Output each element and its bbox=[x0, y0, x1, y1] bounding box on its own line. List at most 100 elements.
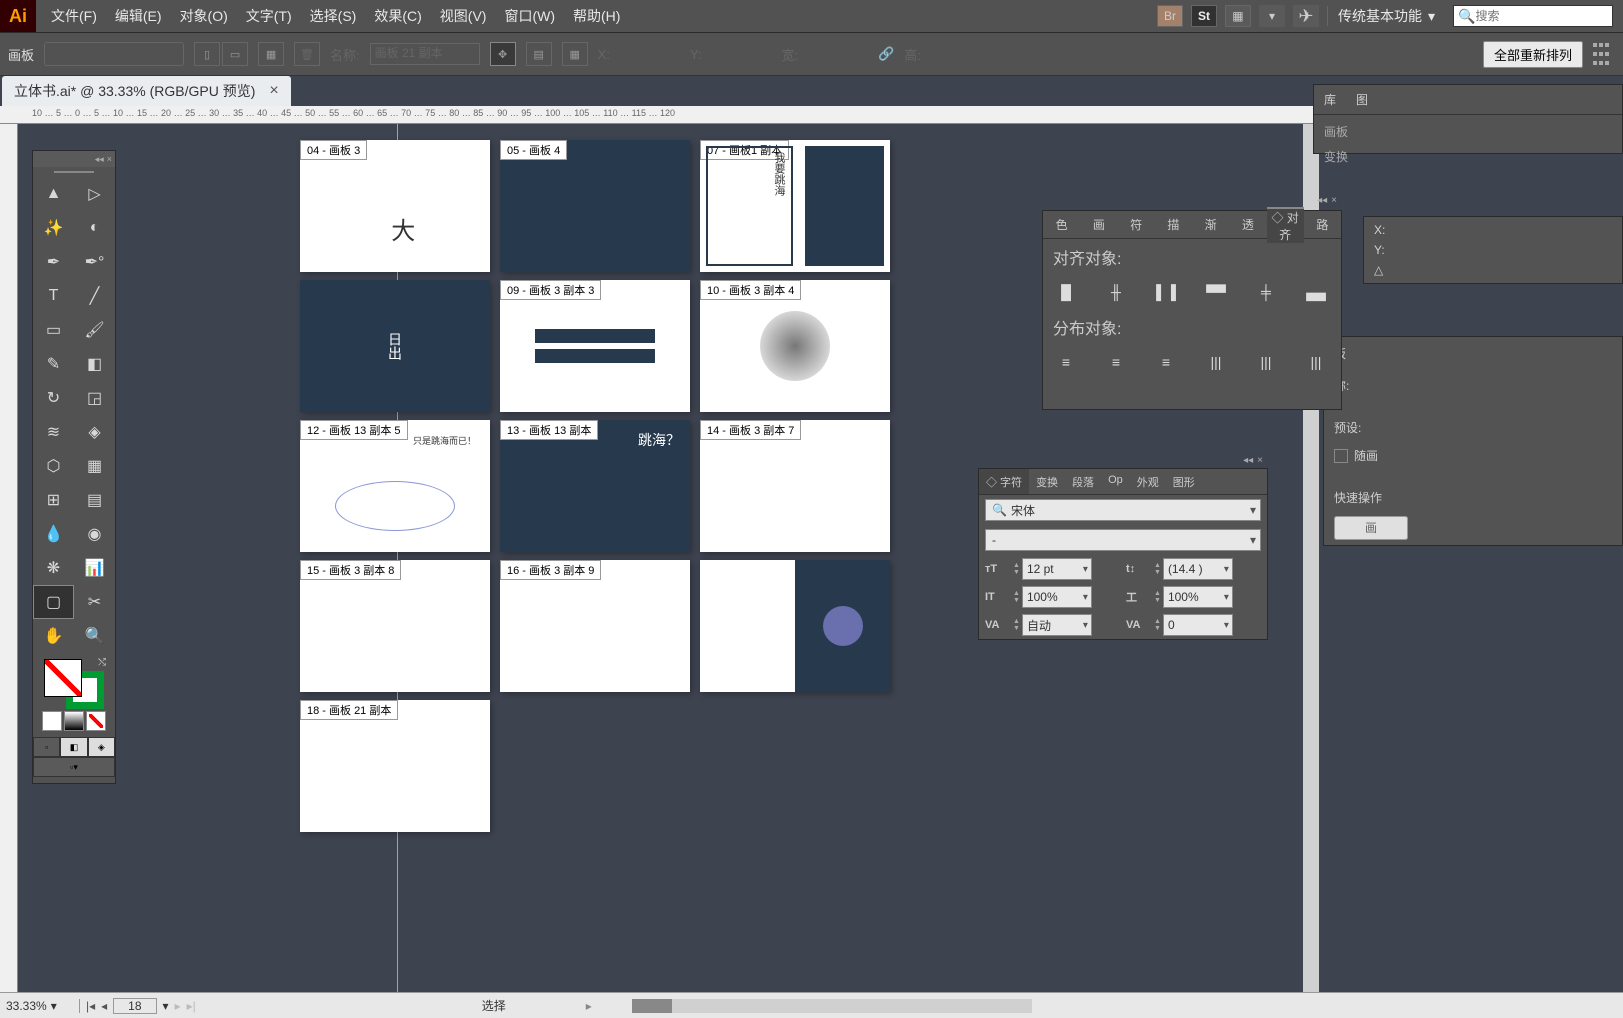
rearrange-all-button[interactable]: 全部重新排列 bbox=[1483, 41, 1583, 68]
hand-tool[interactable]: ✋ bbox=[33, 619, 74, 653]
align-top-icon[interactable]: ▀▀ bbox=[1203, 279, 1229, 305]
symbol-sprayer-tool[interactable]: ❋ bbox=[33, 551, 74, 585]
menu-select[interactable]: 选择(S) bbox=[301, 6, 366, 26]
close-icon[interactable]: × bbox=[269, 82, 278, 100]
magic-wand-tool[interactable]: ✨ bbox=[33, 211, 74, 245]
tab-stroke[interactable]: 描 bbox=[1155, 216, 1192, 233]
draw-normal-icon[interactable]: ▫ bbox=[33, 737, 60, 757]
status-popup-icon[interactable]: ▸ bbox=[586, 999, 592, 1013]
mesh-tool[interactable]: ⊞ bbox=[33, 483, 74, 517]
tab-transform[interactable]: 变换 bbox=[1029, 469, 1065, 494]
last-artboard-icon[interactable]: ▸| bbox=[187, 999, 196, 1013]
spinner[interactable]: ▲▼ bbox=[1154, 562, 1161, 576]
tools-header[interactable]: ◂◂× bbox=[33, 151, 115, 167]
dist-top-icon[interactable]: ≡ bbox=[1053, 349, 1079, 375]
delete-artboard-icon[interactable]: 🗑 bbox=[294, 42, 320, 66]
spinner[interactable]: ▲▼ bbox=[1013, 562, 1020, 576]
scrollbar-horizontal[interactable] bbox=[632, 999, 1032, 1013]
artboard-16[interactable]: 16 - 画板 3 副本 9 bbox=[500, 560, 690, 692]
collapse-icon[interactable]: ◂◂ bbox=[1317, 195, 1327, 206]
dist-vcenter-icon[interactable]: ≡ bbox=[1103, 349, 1129, 375]
selection-tool[interactable]: ▲ bbox=[33, 177, 74, 211]
publish-icon[interactable]: ✈ bbox=[1293, 5, 1319, 27]
menu-edit[interactable]: 编辑(E) bbox=[106, 6, 171, 26]
zoom-tool[interactable]: 🔍 bbox=[74, 619, 115, 653]
stock-icon[interactable]: St bbox=[1191, 5, 1217, 27]
tab-gradient[interactable]: 渐 bbox=[1192, 216, 1229, 233]
type-tool[interactable]: T bbox=[33, 279, 74, 313]
menu-view[interactable]: 视图(V) bbox=[431, 6, 496, 26]
search-box[interactable]: 🔍 bbox=[1453, 5, 1613, 27]
free-transform-tool[interactable]: ◈ bbox=[74, 415, 115, 449]
artboard-15[interactable]: 15 - 画板 3 副本 8 bbox=[300, 560, 490, 692]
hscale-input[interactable]: 100%▾ bbox=[1163, 586, 1233, 608]
artboard-04[interactable]: 04 - 画板 3 大 bbox=[300, 140, 490, 272]
dist-right-icon[interactable]: ||| bbox=[1303, 349, 1329, 375]
arrange-icon[interactable]: ▦ bbox=[1225, 5, 1251, 27]
gradient-mode-icon[interactable] bbox=[64, 711, 84, 731]
close-icon[interactable]: × bbox=[1331, 195, 1337, 206]
artboard-14[interactable]: 14 - 画板 3 副本 7 bbox=[700, 420, 890, 552]
panel-item-artboards[interactable]: 画板 bbox=[1324, 123, 1612, 140]
scroll-thumb[interactable] bbox=[632, 999, 672, 1013]
spinner[interactable]: ▲▼ bbox=[1013, 590, 1020, 604]
document-tab[interactable]: 立体书.ai* @ 33.33% (RGB/GPU 预览) × bbox=[2, 76, 291, 106]
workspace-switcher[interactable]: 传统基本功能 ▾ bbox=[1327, 6, 1445, 26]
artboard-18[interactable]: 18 - 画板 21 副本 bbox=[300, 700, 490, 832]
tracking-input[interactable]: 0▾ bbox=[1163, 614, 1233, 636]
collapse-icon[interactable]: ◂◂ bbox=[95, 154, 104, 165]
lasso-tool[interactable]: ◐ bbox=[74, 211, 115, 245]
none-mode-icon[interactable] bbox=[86, 711, 106, 731]
next-artboard-icon[interactable]: ▸ bbox=[175, 999, 181, 1013]
tab-color[interactable]: 色 bbox=[1043, 216, 1080, 233]
ref-point-icon[interactable]: ▦ bbox=[562, 42, 588, 66]
move-with-art-icon[interactable]: ✥ bbox=[490, 42, 516, 66]
dist-bottom-icon[interactable]: ≡ bbox=[1153, 349, 1179, 375]
menu-help[interactable]: 帮助(H) bbox=[564, 6, 629, 26]
direct-selection-tool[interactable]: ▷ bbox=[74, 177, 115, 211]
tab-transparency[interactable]: 透 bbox=[1229, 216, 1266, 233]
artboard-08[interactable]: 08 - 画板 3 副本 2 日出 bbox=[300, 280, 490, 412]
tab-character[interactable]: ◇ 字符 bbox=[979, 469, 1029, 494]
line-tool[interactable]: ╱ bbox=[74, 279, 115, 313]
artboard-options-icon[interactable]: ▤ bbox=[526, 42, 552, 66]
artboard-12[interactable]: 12 - 画板 13 副本 5 只是跳海而已！ bbox=[300, 420, 490, 552]
spinner[interactable]: ▲▼ bbox=[1013, 618, 1020, 632]
rectangle-tool[interactable]: ▭ bbox=[33, 313, 74, 347]
chevron-down-icon[interactable]: ▾ bbox=[163, 999, 169, 1013]
bridge-icon[interactable]: Br bbox=[1157, 5, 1183, 27]
menu-effect[interactable]: 效果(C) bbox=[365, 6, 430, 26]
artboard-13[interactable]: 13 - 画板 13 副本 跳海？ bbox=[500, 420, 690, 552]
artboard-05[interactable]: 05 - 画板 4 bbox=[500, 140, 690, 272]
leading-input[interactable]: (14.4 )▾ bbox=[1163, 558, 1233, 580]
close-icon[interactable]: × bbox=[1257, 455, 1263, 466]
checkbox-with-art[interactable] bbox=[1334, 449, 1348, 463]
align-right-icon[interactable]: ▌▐ bbox=[1153, 279, 1179, 305]
tab-swatches[interactable]: 画 bbox=[1080, 216, 1117, 233]
tab-graphic-styles[interactable]: 图形 bbox=[1166, 469, 1202, 494]
draw-inside-icon[interactable]: ◈ bbox=[88, 737, 115, 757]
ctrl-preset-select[interactable] bbox=[44, 42, 184, 66]
zoom-select[interactable]: 33.33%▾ bbox=[0, 999, 80, 1013]
tab-symbols[interactable]: 符 bbox=[1118, 216, 1155, 233]
tab-libraries[interactable]: 库 bbox=[1314, 85, 1346, 114]
prev-artboard-icon[interactable]: ◂ bbox=[101, 999, 107, 1013]
gradient-tool[interactable]: ▤ bbox=[74, 483, 115, 517]
align-left-icon[interactable]: ▐▌ bbox=[1053, 279, 1079, 305]
spinner[interactable]: ▲▼ bbox=[1154, 590, 1161, 604]
orient-landscape-icon[interactable]: ▭ bbox=[222, 42, 248, 66]
first-artboard-icon[interactable]: |◂ bbox=[86, 999, 95, 1013]
align-bottom-icon[interactable]: ▄▄ bbox=[1303, 279, 1329, 305]
orient-portrait-icon[interactable]: ▯ bbox=[194, 42, 220, 66]
quick-action-button[interactable]: 画 bbox=[1334, 516, 1408, 540]
spinner[interactable]: ▲▼ bbox=[1154, 618, 1161, 632]
vscale-input[interactable]: 100%▾ bbox=[1022, 586, 1092, 608]
tab-pathfinder[interactable]: 路 bbox=[1304, 216, 1341, 233]
shape-builder-tool[interactable]: ⬡ bbox=[33, 449, 74, 483]
dist-hcenter-icon[interactable]: ||| bbox=[1253, 349, 1279, 375]
tab-align[interactable]: ◇ 对齐 bbox=[1267, 207, 1304, 243]
kerning-input[interactable]: 自动▾ bbox=[1022, 614, 1092, 636]
artboard-17[interactable]: 17 - 画板 21 bbox=[700, 560, 890, 692]
tab-layers[interactable]: 图 bbox=[1346, 85, 1378, 114]
new-artboard-icon[interactable]: ▦ bbox=[258, 42, 284, 66]
